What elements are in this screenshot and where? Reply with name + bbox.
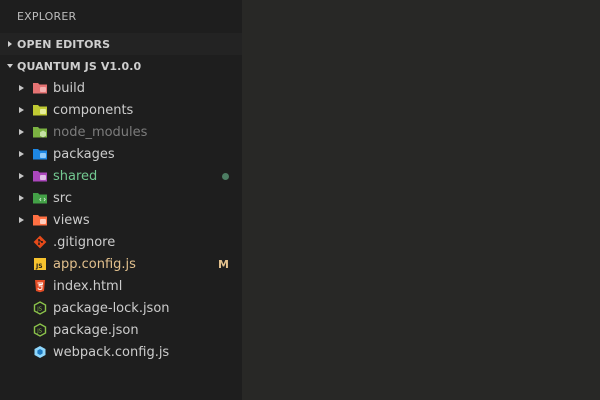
chevron-right-icon — [16, 194, 26, 202]
explorer-title: EXPLORER — [17, 10, 77, 23]
tree-item-label: index.html — [53, 278, 123, 294]
tree-item-label: views — [53, 212, 90, 228]
tree-item-label: app.config.js — [53, 256, 136, 272]
chevron-right-icon — [16, 84, 26, 92]
javascript-icon: JS — [32, 256, 48, 272]
tree-item-node-modules[interactable]: node_modules — [0, 121, 242, 143]
tree-item-label: shared — [53, 168, 98, 184]
folder-packages-icon — [32, 146, 48, 162]
chevron-down-icon — [4, 62, 16, 70]
chevron-right-icon — [4, 40, 16, 48]
untracked-indicator — [222, 165, 229, 187]
open-editors-label: OPEN EDITORS — [17, 37, 111, 51]
tree-item-label: build — [53, 80, 85, 96]
folder-node-icon — [32, 124, 48, 140]
tree-item-label: webpack.config.js — [53, 344, 170, 360]
open-editors-header[interactable]: OPEN EDITORS — [0, 33, 242, 55]
tree-item-index-html[interactable]: index.html — [0, 275, 242, 297]
folder-src-icon — [32, 190, 48, 206]
folder-shared-icon — [32, 168, 48, 184]
folder-build-icon — [32, 80, 48, 96]
html5-icon — [32, 278, 48, 294]
tree-item-packages[interactable]: packages — [0, 143, 242, 165]
tree-item-label: node_modules — [53, 124, 148, 140]
file-tree: build components node_modules packages s… — [0, 77, 242, 363]
tree-item-shared[interactable]: shared — [0, 165, 242, 187]
webpack-icon — [32, 344, 48, 360]
tree-item-webpack-config[interactable]: webpack.config.js — [0, 341, 242, 363]
nodejs-icon: JS — [32, 322, 48, 338]
chevron-right-icon — [16, 216, 26, 224]
chevron-right-icon — [16, 172, 26, 180]
git-icon — [32, 234, 48, 250]
tree-item-package-json[interactable]: JS package.json — [0, 319, 242, 341]
modified-badge: M — [218, 257, 229, 271]
tree-item-gitignore[interactable]: .gitignore — [0, 231, 242, 253]
chevron-right-icon — [16, 106, 26, 114]
chevron-right-icon — [16, 150, 26, 158]
tree-item-label: package-lock.json — [53, 300, 170, 316]
tree-item-build[interactable]: build — [0, 77, 242, 99]
tree-item-src[interactable]: src — [0, 187, 242, 209]
vscode-window: EXPLORER OPEN EDITORS QUANTUM JS V1.0.0 — [0, 0, 600, 400]
folder-views-icon — [32, 212, 48, 228]
project-header[interactable]: QUANTUM JS V1.0.0 — [0, 55, 242, 77]
tree-item-label: .gitignore — [53, 234, 116, 250]
svg-text:JS: JS — [35, 263, 43, 270]
nodejs-icon: JS — [32, 300, 48, 316]
chevron-right-icon — [16, 128, 26, 136]
folder-components-icon — [32, 102, 48, 118]
tree-item-components[interactable]: components — [0, 99, 242, 121]
dot-icon — [222, 172, 229, 180]
svg-text:JS: JS — [36, 329, 42, 335]
svg-text:JS: JS — [36, 307, 42, 313]
explorer-sidebar: EXPLORER OPEN EDITORS QUANTUM JS V1.0.0 — [0, 0, 242, 400]
project-label: QUANTUM JS V1.0.0 — [17, 59, 142, 73]
tree-item-label: src — [53, 190, 72, 206]
tree-item-views[interactable]: views — [0, 209, 242, 231]
tree-item-app-config[interactable]: JS app.config.js M — [0, 253, 242, 275]
tree-item-label: package.json — [53, 322, 139, 338]
tree-item-label: packages — [53, 146, 115, 162]
tree-item-label: components — [53, 102, 134, 118]
tree-item-package-lock[interactable]: JS package-lock.json — [0, 297, 242, 319]
editor-area — [242, 0, 600, 400]
